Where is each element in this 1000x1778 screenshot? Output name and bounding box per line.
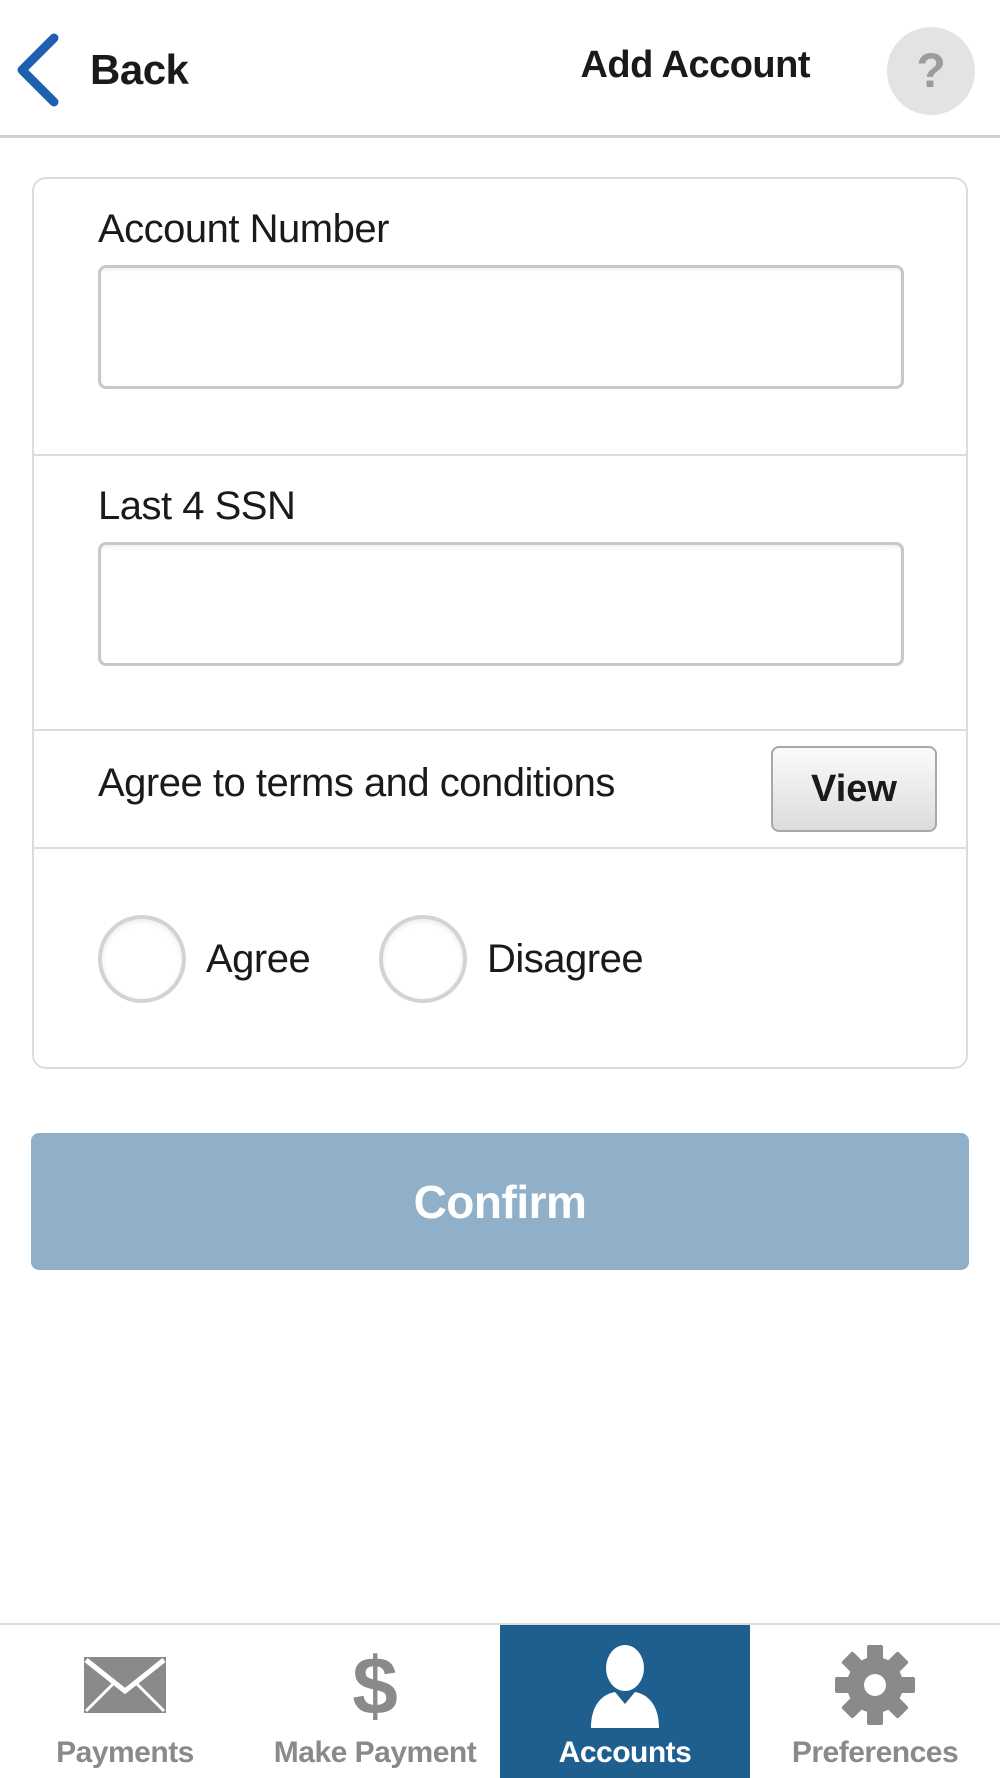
help-icon: ? <box>916 44 946 98</box>
confirm-button[interactable]: Confirm <box>31 1133 969 1270</box>
tab-make-payment[interactable]: $ Make Payment <box>250 1625 500 1778</box>
ssn-input[interactable] <box>98 542 904 666</box>
tab-preferences[interactable]: Preferences <box>750 1625 1000 1778</box>
ssn-label: Last 4 SSN <box>98 484 296 528</box>
envelope-icon <box>80 1645 170 1725</box>
account-number-section: Account Number <box>34 179 966 454</box>
agree-radio-option[interactable]: Agree <box>98 915 311 1003</box>
disagree-label: Disagree <box>487 936 644 981</box>
gear-icon <box>830 1645 920 1725</box>
tab-preferences-label: Preferences <box>791 1736 959 1769</box>
disagree-radio[interactable] <box>379 915 467 1003</box>
page-title: Add Account <box>580 44 810 86</box>
back-label: Back <box>90 46 189 93</box>
tab-accounts[interactable]: Accounts <box>500 1625 750 1778</box>
agreement-radio-group: Agree Disagree <box>34 847 966 1069</box>
dollar-icon: $ <box>330 1645 420 1725</box>
agree-label: Agree <box>206 936 311 981</box>
account-number-label: Account Number <box>98 207 389 251</box>
help-button[interactable]: ? <box>887 27 975 115</box>
tab-make-payment-label: Make Payment <box>273 1736 477 1769</box>
tab-bar: Payments $ Make Payment Accounts Prefere… <box>0 1623 1000 1778</box>
terms-label: Agree to terms and conditions <box>98 761 615 805</box>
add-account-form: Account Number Last 4 SSN Agree to terms… <box>32 177 968 1069</box>
disagree-radio-option[interactable]: Disagree <box>379 915 644 1003</box>
tab-accounts-label: Accounts <box>558 1736 692 1769</box>
tab-payments-label: Payments <box>56 1736 194 1769</box>
person-icon <box>580 1645 670 1728</box>
svg-text:$: $ <box>352 1646 398 1724</box>
back-button[interactable]: Back <box>14 30 189 110</box>
chevron-left-icon <box>17 33 59 107</box>
agree-radio[interactable] <box>98 915 186 1003</box>
ssn-section: Last 4 SSN <box>34 454 966 729</box>
tab-payments[interactable]: Payments <box>0 1625 250 1778</box>
nav-header: Back Add Account ? <box>0 0 1000 138</box>
view-terms-button[interactable]: View <box>771 746 937 832</box>
account-number-input[interactable] <box>98 265 904 389</box>
terms-section: Agree to terms and conditions View <box>34 729 966 847</box>
